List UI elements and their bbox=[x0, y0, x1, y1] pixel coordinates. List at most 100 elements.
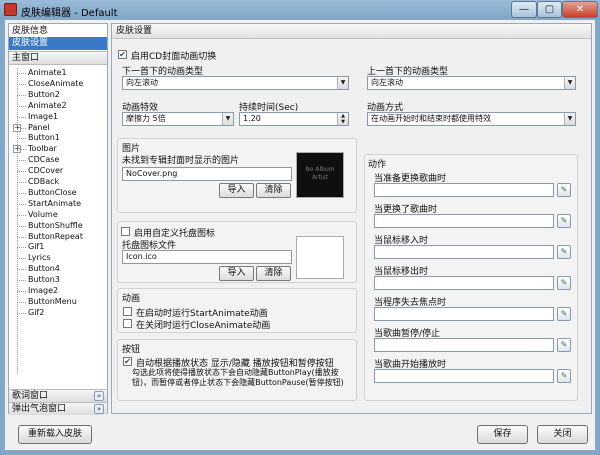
tree-connector bbox=[17, 247, 26, 249]
tree-connector bbox=[17, 291, 26, 292]
element-tree: Animate1 CloseAnimate Button2 Animate2 Image… bbox=[9, 67, 107, 389]
tree-item-label: ButtonShuffle bbox=[28, 220, 83, 230]
expand-chevron-icon[interactable]: » bbox=[94, 404, 104, 414]
tree-item-label: ButtonClose bbox=[28, 187, 77, 197]
auto-toggle-checkbox[interactable]: ✔ bbox=[123, 357, 132, 366]
tree-item[interactable]: Lyrics bbox=[9, 253, 107, 263]
tray-file-field[interactable]: Icon.ico bbox=[122, 250, 292, 264]
tree-item[interactable]: CDCover bbox=[9, 166, 107, 176]
tree-connector bbox=[17, 171, 26, 173]
tree-item[interactable]: StartAnimate bbox=[9, 199, 107, 209]
mode-select[interactable]: 在动画开始时和结束时都使用特效 ▼ bbox=[367, 112, 576, 126]
duration-value: 1.20 bbox=[243, 114, 261, 123]
tree-item[interactable]: ButtonShuffle bbox=[9, 221, 107, 231]
actions-list: 当准备更换歌曲时 ✎ 当更换了歌曲时 ✎ 当鼠标移入时 ✎ 当鼠标移出时 ✎ 当程序失去焦点时 ✎… bbox=[364, 154, 578, 401]
tree-item[interactable]: ButtonClose bbox=[9, 188, 107, 198]
window-title: 皮肤编辑器 - Default bbox=[21, 8, 118, 19]
tree-item-label: Gif2 bbox=[28, 307, 45, 317]
tree-connector bbox=[17, 280, 26, 282]
category-main-window[interactable]: 主窗口 bbox=[9, 51, 107, 65]
tree-item-label: CDCover bbox=[28, 166, 64, 176]
expand-plus-icon[interactable]: + bbox=[13, 145, 21, 154]
tree-item[interactable]: Gif2 bbox=[9, 308, 107, 318]
action-script-field[interactable] bbox=[374, 214, 554, 228]
tree-connector bbox=[17, 236, 26, 238]
tree-item[interactable]: Button1 bbox=[9, 133, 107, 143]
tree-item[interactable]: CloseAnimate bbox=[9, 79, 107, 89]
pane-header: 皮肤设置 bbox=[112, 24, 591, 39]
effect-select[interactable]: 摩擦力 5倍 ▼ bbox=[122, 112, 234, 126]
tree-item[interactable]: Volume bbox=[9, 210, 107, 220]
minimize-button[interactable]: — bbox=[511, 1, 537, 18]
expand-plus-icon[interactable]: + bbox=[13, 123, 21, 132]
expand-chevron-icon[interactable]: » bbox=[94, 391, 104, 401]
tree-item[interactable]: Image2 bbox=[9, 286, 107, 296]
cover-file-field[interactable]: NoCover.png bbox=[122, 167, 292, 181]
tree-connector bbox=[17, 301, 26, 303]
app-icon bbox=[4, 3, 17, 16]
action-script-field[interactable] bbox=[374, 369, 554, 383]
tray-import-button[interactable]: 导入 bbox=[219, 266, 254, 281]
tree-item[interactable]: + Panel bbox=[9, 123, 107, 133]
close-anim-checkbox[interactable] bbox=[123, 319, 132, 328]
reload-skin-button[interactable]: 重新载入皮肤 bbox=[18, 425, 92, 444]
tree-connector bbox=[17, 269, 26, 271]
tree-item[interactable]: Animate1 bbox=[9, 68, 107, 78]
buttons-title: 按钮 bbox=[122, 345, 141, 355]
maximize-button[interactable]: ▢ bbox=[537, 1, 562, 18]
next-anim-select[interactable]: 向左滚动 ▼ bbox=[122, 76, 349, 90]
category-skin-settings[interactable]: 皮肤设置 bbox=[9, 37, 107, 50]
action-script-field[interactable] bbox=[374, 183, 554, 197]
picture-clear-button[interactable]: 清除 bbox=[256, 183, 291, 198]
action-script-field[interactable] bbox=[374, 338, 554, 352]
tree-item[interactable]: Image1 bbox=[9, 112, 107, 122]
tree-connector bbox=[17, 203, 26, 205]
edit-action-icon[interactable]: ✎ bbox=[557, 369, 571, 383]
tree-item-label: Toolbar bbox=[28, 144, 57, 154]
save-button[interactable]: 保存 bbox=[477, 425, 528, 444]
tray-clear-button[interactable]: 清除 bbox=[256, 266, 291, 281]
tray-icon-checkbox-box[interactable] bbox=[121, 227, 130, 236]
action-script-field[interactable] bbox=[374, 276, 554, 290]
tree-item-label: Animate1 bbox=[28, 68, 67, 77]
duration-spinner[interactable]: 1.20 ▲ ▼ bbox=[239, 112, 349, 126]
close-window-button[interactable]: ✕ bbox=[562, 1, 598, 18]
tree-connector bbox=[17, 192, 26, 194]
tree-item[interactable]: Gif1 bbox=[9, 242, 107, 252]
edit-action-icon[interactable]: ✎ bbox=[557, 214, 571, 228]
picture-import-button[interactable]: 导入 bbox=[219, 183, 254, 198]
action-script-field[interactable] bbox=[374, 245, 554, 259]
tree-connector bbox=[17, 116, 26, 118]
edit-action-icon[interactable]: ✎ bbox=[557, 307, 571, 321]
category-bubble-window[interactable]: 弹出气泡窗口 » bbox=[9, 402, 107, 415]
start-anim-checkbox[interactable] bbox=[123, 307, 132, 316]
tree-item[interactable]: ButtonMenu bbox=[9, 297, 107, 307]
tree-connector bbox=[17, 225, 26, 227]
edit-action-icon[interactable]: ✎ bbox=[557, 183, 571, 197]
close-button[interactable]: 关闭 bbox=[537, 425, 588, 444]
tree-item[interactable]: CDCase bbox=[9, 155, 107, 165]
tree-item[interactable]: + Toolbar bbox=[9, 144, 107, 154]
action-script-field[interactable] bbox=[374, 307, 554, 321]
tree-item[interactable]: Button2 bbox=[9, 90, 107, 100]
animation-title: 动画 bbox=[122, 294, 141, 304]
tree-item[interactable]: Button3 bbox=[9, 275, 107, 285]
settings-pane: 皮肤设置 ✔ 启用CD封面动画切换 下一首下的动画类型 向左滚动 ▼ 上一首下的动… bbox=[111, 23, 592, 414]
edit-action-icon[interactable]: ✎ bbox=[557, 338, 571, 352]
skin-navigator: 皮肤信息 皮肤设置 主窗口 Animate1 CloseAnimate Button… bbox=[8, 23, 108, 415]
tree-item[interactable]: Animate2 bbox=[9, 101, 107, 111]
mode-value: 在动画开始时和结束时都使用特效 bbox=[371, 114, 491, 123]
spinner-arrows-icon: ▲ ▼ bbox=[337, 113, 348, 125]
tree-item-label: Gif1 bbox=[28, 242, 45, 252]
tray-icon-preview bbox=[296, 236, 344, 279]
prev-anim-select[interactable]: 向左滚动 ▼ bbox=[367, 76, 576, 90]
tree-item[interactable]: Button4 bbox=[9, 264, 107, 274]
cd-switch-checkbox[interactable]: ✔ bbox=[118, 50, 127, 59]
edit-action-icon[interactable]: ✎ bbox=[557, 245, 571, 259]
tree-item[interactable]: CDBack bbox=[9, 177, 107, 187]
edit-action-icon[interactable]: ✎ bbox=[557, 276, 571, 290]
category-main-window-label: 主窗口 bbox=[12, 53, 40, 63]
tree-item[interactable]: ButtonRepeat bbox=[9, 232, 107, 242]
category-lyrics-window[interactable]: 歌词窗口 » bbox=[9, 389, 107, 402]
tree-item-label: Panel bbox=[28, 122, 50, 132]
